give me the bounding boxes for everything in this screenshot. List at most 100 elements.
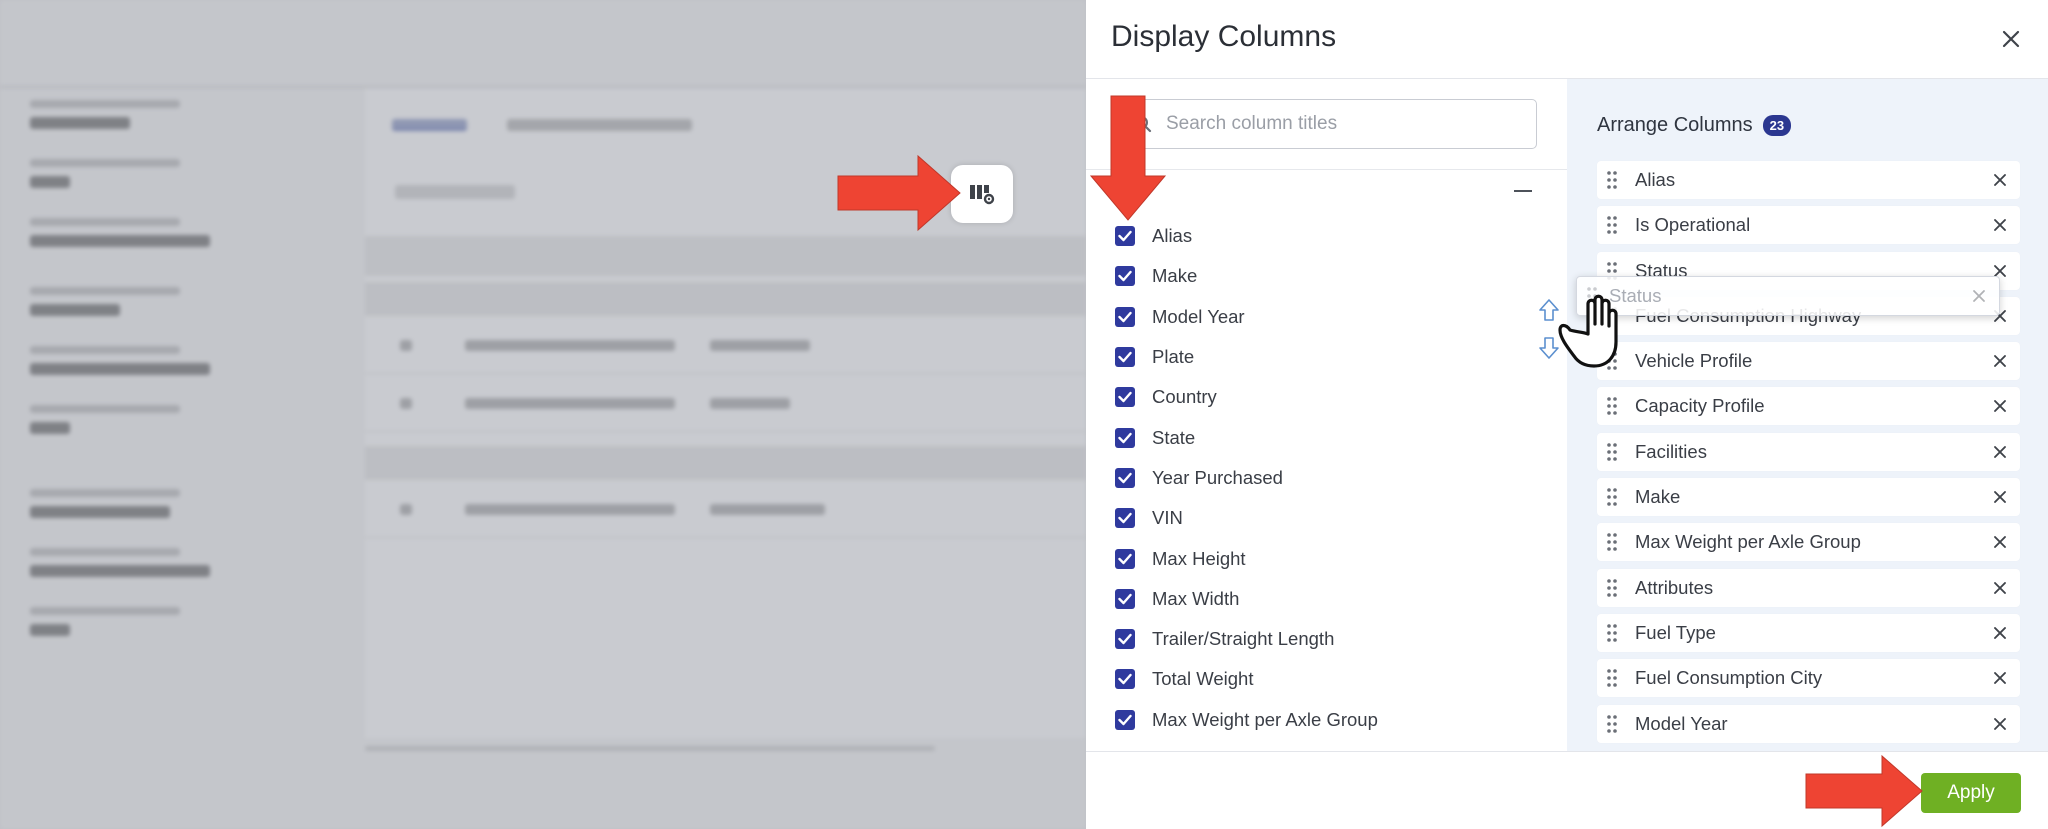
- checkbox-checked[interactable]: [1115, 226, 1135, 247]
- arrange-column-item[interactable]: Attributes: [1597, 568, 2020, 607]
- arrange-column-item[interactable]: Alias: [1597, 161, 2020, 199]
- checkbox-checked[interactable]: [1115, 347, 1135, 368]
- column-checkbox-item[interactable]: Trailer/Straight Length: [1115, 619, 1378, 659]
- remove-icon[interactable]: [1990, 623, 2010, 643]
- column-checkbox-item[interactable]: Year Purchased: [1115, 458, 1378, 498]
- arrange-column-item[interactable]: Vehicle Profile: [1597, 342, 2020, 381]
- checkbox-checked[interactable]: [1115, 266, 1135, 287]
- drag-handle-icon[interactable]: [1605, 487, 1619, 507]
- drag-handle-icon[interactable]: [1605, 714, 1619, 734]
- remove-icon[interactable]: [1969, 286, 1989, 306]
- drag-handle-icon[interactable]: [1605, 170, 1619, 190]
- checkmark-icon: [1118, 392, 1132, 403]
- checkmark-icon: [1118, 472, 1132, 484]
- arrange-column-item[interactable]: Fuel Type: [1597, 613, 2020, 652]
- column-checkbox-item[interactable]: VIN: [1115, 498, 1378, 538]
- checkbox-checked[interactable]: [1115, 669, 1135, 690]
- checkbox-checked[interactable]: [1115, 387, 1135, 408]
- checkbox-checked[interactable]: [1115, 588, 1135, 609]
- column-checkbox-item[interactable]: Country: [1115, 377, 1378, 417]
- drag-handle-icon[interactable]: [1605, 532, 1619, 552]
- drag-handle-icon[interactable]: [1605, 578, 1619, 598]
- column-checkbox-list: Alias Make Model Year Plate Country State Year…: [1115, 216, 1378, 740]
- checkbox-checked[interactable]: [1115, 548, 1135, 569]
- column-checkbox-item[interactable]: Total Weight: [1115, 659, 1378, 699]
- checkbox-checked[interactable]: [1115, 467, 1135, 488]
- drag-handle-icon[interactable]: [1605, 442, 1619, 462]
- remove-icon[interactable]: [1990, 396, 2010, 416]
- display-columns-modal: Display Columns Alias Make Model Year Plate…: [1086, 0, 2048, 829]
- column-checkbox-label: Max Height: [1152, 547, 1246, 569]
- remove-icon[interactable]: [1990, 578, 2010, 598]
- search-input[interactable]: [1166, 113, 1526, 135]
- close-button[interactable]: [1996, 24, 2026, 54]
- background-table-row: [365, 316, 1086, 374]
- column-checkbox-item[interactable]: Max Weight per Axle Group: [1115, 700, 1378, 740]
- checkmark-icon: [1118, 714, 1132, 725]
- column-checkbox-item[interactable]: State: [1115, 417, 1378, 457]
- remove-icon[interactable]: [1990, 668, 2010, 688]
- column-checkbox-item[interactable]: Plate: [1115, 337, 1378, 377]
- checkmark-icon: [1118, 311, 1132, 322]
- arrange-column-item[interactable]: Max Weight per Axle Group: [1597, 523, 2020, 562]
- drag-handle-icon[interactable]: [1605, 215, 1619, 235]
- apply-button[interactable]: Apply: [1921, 773, 2021, 813]
- checkmark-icon: [1118, 633, 1132, 645]
- background-scrollbar: [365, 746, 935, 751]
- column-checkbox-label: Max Width: [1152, 587, 1240, 609]
- checkbox-checked[interactable]: [1115, 709, 1135, 730]
- drag-handle-icon[interactable]: [1605, 623, 1619, 643]
- arrange-column-item[interactable]: Facilities: [1597, 432, 2020, 471]
- arrange-column-label: Alias: [1635, 169, 1676, 190]
- background-search: [395, 185, 515, 199]
- column-checkbox-label: Max Weight per Axle Group: [1152, 708, 1378, 730]
- arrange-column-label: Facilities: [1635, 440, 1707, 462]
- modal-title: Display Columns: [1111, 20, 1337, 53]
- arrange-column-label: Attributes: [1635, 576, 1714, 598]
- modal-header: Display Columns: [1086, 0, 2048, 79]
- column-checkbox-label: Model Year: [1152, 305, 1245, 327]
- arrange-column-item[interactable]: Capacity Profile: [1597, 387, 2020, 426]
- drag-handle-icon[interactable]: [1605, 396, 1619, 416]
- remove-icon[interactable]: [1990, 714, 2010, 734]
- grab-hand-cursor-icon: [1558, 294, 1618, 368]
- arrange-column-item[interactable]: Model Year: [1597, 704, 2020, 743]
- remove-icon[interactable]: [1990, 532, 2010, 552]
- remove-icon[interactable]: [1990, 351, 2010, 371]
- arrange-column-item[interactable]: Is Operational: [1597, 206, 2020, 245]
- remove-icon[interactable]: [1990, 442, 2010, 462]
- column-checkbox-item[interactable]: Make: [1115, 256, 1378, 296]
- column-checkbox-label: Total Weight: [1152, 668, 1254, 690]
- arrange-columns-heading: Arrange Columns 23: [1597, 114, 1792, 137]
- arrange-column-label: Max Weight per Axle Group: [1635, 531, 1861, 553]
- checkmark-icon: [1118, 230, 1132, 242]
- dragging-item-ghost[interactable]: Status: [1576, 276, 2000, 316]
- arrange-column-label: Capacity Profile: [1635, 395, 1765, 417]
- checkbox-checked[interactable]: [1115, 427, 1135, 448]
- checkbox-checked[interactable]: [1115, 508, 1135, 529]
- checkbox-checked[interactable]: [1115, 629, 1135, 650]
- column-settings-icon: [970, 185, 995, 205]
- collapse-minus-button[interactable]: [1514, 190, 1532, 192]
- column-checkbox-label: Alias: [1152, 225, 1193, 247]
- checkmark-icon: [1118, 513, 1132, 524]
- remove-icon[interactable]: [1990, 215, 2010, 235]
- column-checkbox-item[interactable]: Model Year: [1115, 297, 1378, 337]
- arrange-column-item[interactable]: Fuel Consumption City: [1597, 659, 2020, 698]
- arrange-column-item[interactable]: Make: [1597, 478, 2020, 517]
- close-icon: [2002, 30, 2020, 48]
- column-checkbox-label: Trailer/Straight Length: [1152, 628, 1335, 650]
- search-field[interactable]: [1111, 99, 1537, 149]
- arrange-column-label: Fuel Consumption City: [1635, 667, 1823, 689]
- remove-icon[interactable]: [1990, 487, 2010, 507]
- column-checkbox-label: Make: [1152, 265, 1198, 287]
- background-page-title: [34, 22, 43, 61]
- remove-icon[interactable]: [1990, 170, 2010, 190]
- background-app: [0, 0, 1086, 829]
- column-checkbox-item[interactable]: Max Height: [1115, 538, 1378, 578]
- background-table-header: [365, 236, 1086, 276]
- checkmark-icon: [1118, 351, 1132, 363]
- checkbox-checked[interactable]: [1115, 306, 1135, 327]
- drag-handle-icon[interactable]: [1605, 668, 1619, 688]
- column-checkbox-item[interactable]: Max Width: [1115, 579, 1378, 619]
